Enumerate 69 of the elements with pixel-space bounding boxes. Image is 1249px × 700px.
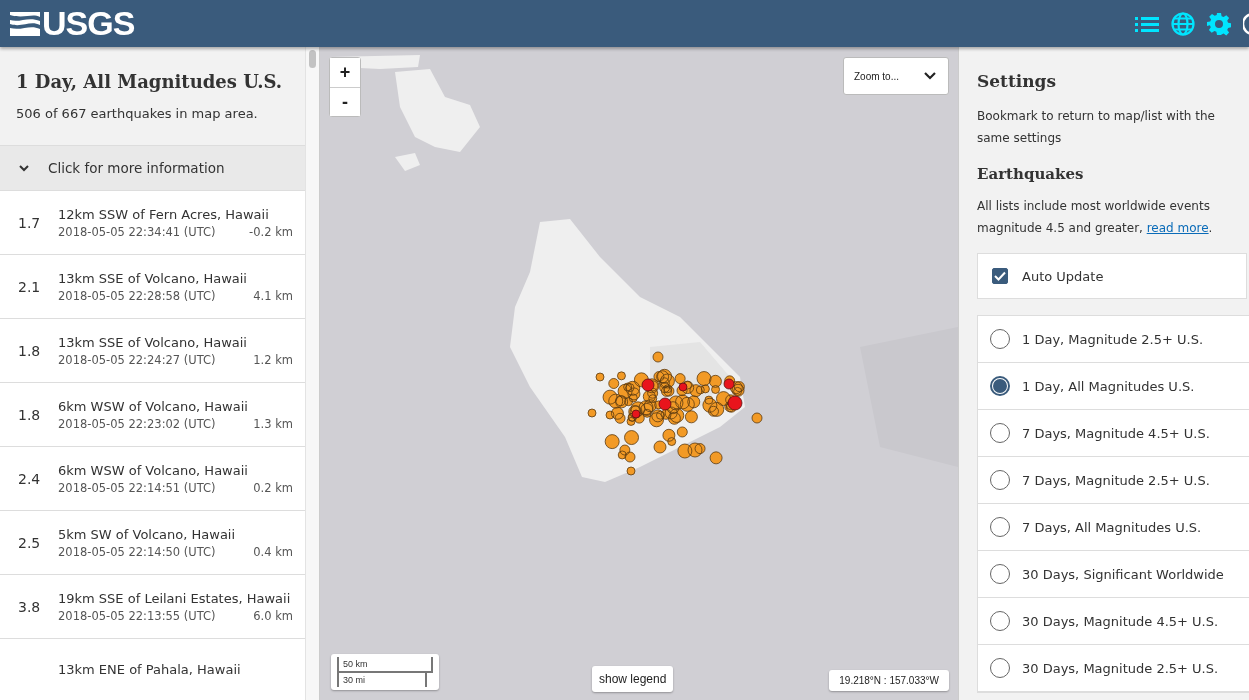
event-location[interactable]: 19km SSE of Leilani Estates, Hawaii — [58, 590, 291, 606]
radio-button[interactable] — [990, 376, 1010, 396]
event-location[interactable]: 5km SW of Volcano, Hawaii — [58, 526, 236, 542]
event-location[interactable]: 6km WSW of Volcano, Hawaii — [58, 462, 248, 478]
feed-option[interactable]: 30 Days, Magnitude 2.5+ U.S. — [1022, 660, 1219, 676]
list-icon[interactable] — [1135, 14, 1159, 33]
feed-option[interactable]: 7 Days, Magnitude 2.5+ U.S. — [1022, 472, 1210, 488]
zoom-to-dropdown[interactable]: Zoom to... — [843, 57, 949, 95]
wave-logo-icon — [10, 9, 40, 38]
option-label: Auto Update — [1022, 268, 1104, 284]
event-depth: -0.2 km — [249, 224, 293, 239]
event-depth: 1.3 km — [253, 416, 293, 431]
event-time: 2018-05-05 22:28:58 (UTC) — [58, 288, 216, 303]
auto-update-option[interactable]: Auto Update — [977, 253, 1247, 299]
earthquake-count: 506 of 667 earthquakes in map area. — [16, 106, 259, 121]
event-time: 2018-05-05 22:34:41 (UTC) — [58, 224, 216, 239]
bookmark-note: Bookmark to return to map/list with the same settings — [977, 108, 1216, 147]
scrollbar-thumb[interactable] — [309, 50, 316, 68]
show-legend-button[interactable]: show legend — [592, 666, 674, 692]
magnitude: 2.4 — [18, 470, 41, 487]
magnitude: 1.7 — [18, 214, 41, 231]
list-title: 1 Day, All Magnitudes U.S. — [16, 71, 284, 92]
chevron-icon — [18, 164, 30, 172]
event-location[interactable]: 13km ENE of Pahala, Hawaii — [58, 661, 241, 677]
radio-button[interactable] — [990, 423, 1010, 443]
globe-icon[interactable] — [1171, 11, 1195, 36]
radio-button[interactable] — [990, 329, 1010, 349]
feed-note: All lists include most worldwide events magnitude 4.5 and greater, read more. — [977, 198, 1214, 237]
radio-button[interactable] — [990, 611, 1010, 631]
event-location[interactable]: 12km SSW of Fern Acres, Hawaii — [58, 206, 269, 222]
feed-option[interactable]: 30 Days, Significant Worldwide — [1022, 566, 1224, 582]
scale-bar: 50 km 30 mi — [331, 654, 439, 690]
event-depth: 0.4 km — [253, 544, 293, 559]
coordinates-display: 19.218°N : 157.033°W — [829, 670, 949, 691]
magnitude: 2.5 — [18, 534, 41, 551]
zoom-out-button[interactable]: - — [330, 87, 360, 116]
event-time: 2018-05-05 22:13:55 (UTC) — [58, 608, 216, 623]
event-location[interactable]: 13km SSE of Volcano, Hawaii — [58, 334, 247, 350]
event-depth: 6.0 km — [253, 608, 293, 623]
radio-button[interactable] — [990, 470, 1010, 490]
feed-option[interactable]: 1 Day, All Magnitudes U.S. — [1022, 378, 1195, 394]
radio-button[interactable] — [990, 517, 1010, 537]
magnitude: 2.1 — [18, 278, 41, 295]
event-depth: 4.1 km — [253, 288, 293, 303]
event-time: 2018-05-05 22:23:02 (UTC) — [58, 416, 216, 431]
magnitude: 1.8 — [18, 406, 41, 423]
event-location[interactable]: 13km SSE of Volcano, Hawaii — [58, 270, 247, 286]
settings-title: Settings — [977, 71, 1058, 91]
logo[interactable]: USGS — [10, 4, 135, 43]
event-depth: 0.2 km — [253, 480, 293, 495]
radio-button[interactable] — [990, 658, 1010, 678]
read-more-link[interactable]: read more — [1146, 221, 1209, 235]
feed-option[interactable]: 7 Days, Magnitude 4.5+ U.S. — [1022, 425, 1210, 441]
radio-button[interactable] — [990, 564, 1010, 584]
settings-icon[interactable] — [1207, 11, 1231, 36]
magnitude: 1.8 — [18, 342, 41, 359]
feed-option[interactable]: 7 Days, All Magnitudes U.S. — [1022, 519, 1202, 535]
event-time: 2018-05-05 22:24:27 (UTC) — [58, 352, 216, 367]
checkbox[interactable] — [992, 268, 1008, 284]
event-location[interactable]: 6km WSW of Volcano, Hawaii — [58, 398, 248, 414]
section-heading: Earthquakes — [977, 165, 1085, 183]
event-depth: 1.2 km — [253, 352, 293, 367]
feed-option[interactable]: 1 Day, Magnitude 2.5+ U.S. — [1022, 331, 1204, 347]
chevron-icon — [924, 72, 936, 80]
magnitude: 3.8 — [18, 598, 41, 615]
more-information-toggle[interactable]: Click for more information — [0, 146, 305, 191]
event-time: 2018-05-05 22:14:50 (UTC) — [58, 544, 216, 559]
feed-option[interactable]: 30 Days, Magnitude 4.5+ U.S. — [1022, 613, 1219, 629]
event-time: 2018-05-05 22:14:51 (UTC) — [58, 480, 216, 495]
